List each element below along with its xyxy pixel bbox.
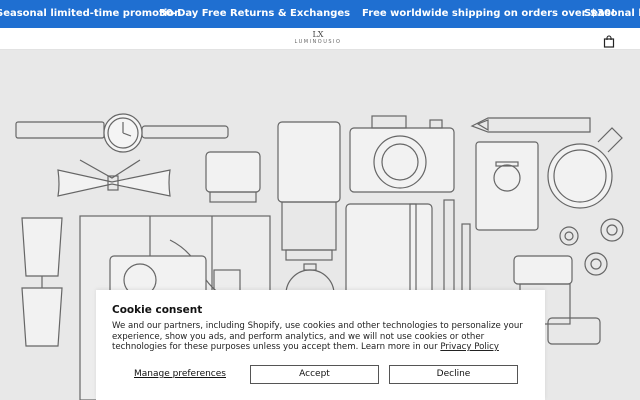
cookie-consent-banner: Cookie consent We and our partners, incl… — [96, 290, 545, 400]
announcement-message: 30-Day Free Returns & Exchanges — [159, 8, 351, 19]
store-logo[interactable]: LX LUMINOUSIO — [288, 31, 348, 47]
mug-illustration — [547, 127, 623, 209]
logo-mark: LX — [312, 30, 324, 39]
logo-wordmark: LUMINOUSIO — [294, 39, 342, 45]
privacy-policy-link[interactable]: Privacy Policy — [440, 342, 499, 352]
announcement-message: Seasonal limit — [584, 8, 640, 19]
announcement-bar: Seasonal limited-time promotion 30-Day F… — [0, 0, 640, 28]
passport-illustration — [475, 141, 539, 231]
shopping-bag-icon[interactable] — [603, 33, 615, 48]
wristwatch-illustration — [15, 113, 229, 153]
lens-illustration — [205, 151, 261, 203]
accept-button[interactable]: Accept — [250, 365, 379, 384]
site-header: LX LUMINOUSIO — [0, 28, 640, 50]
pencil-illustration — [470, 117, 591, 133]
camera-illustration — [349, 115, 455, 193]
cookie-description: We and our partners, including Shopify, … — [112, 321, 532, 353]
announcement-message: Free worldwide shipping on orders over $… — [362, 8, 616, 19]
zoom-lens-illustration — [277, 121, 341, 261]
cookie-title: Cookie consent — [112, 304, 203, 316]
decline-button[interactable]: Decline — [389, 365, 518, 384]
bowtie-illustration — [57, 159, 171, 197]
announcement-message: Seasonal limited-time promotion — [0, 8, 182, 19]
manage-preferences-link[interactable]: Manage preferences — [134, 369, 226, 379]
sunglasses-illustration — [21, 217, 63, 347]
